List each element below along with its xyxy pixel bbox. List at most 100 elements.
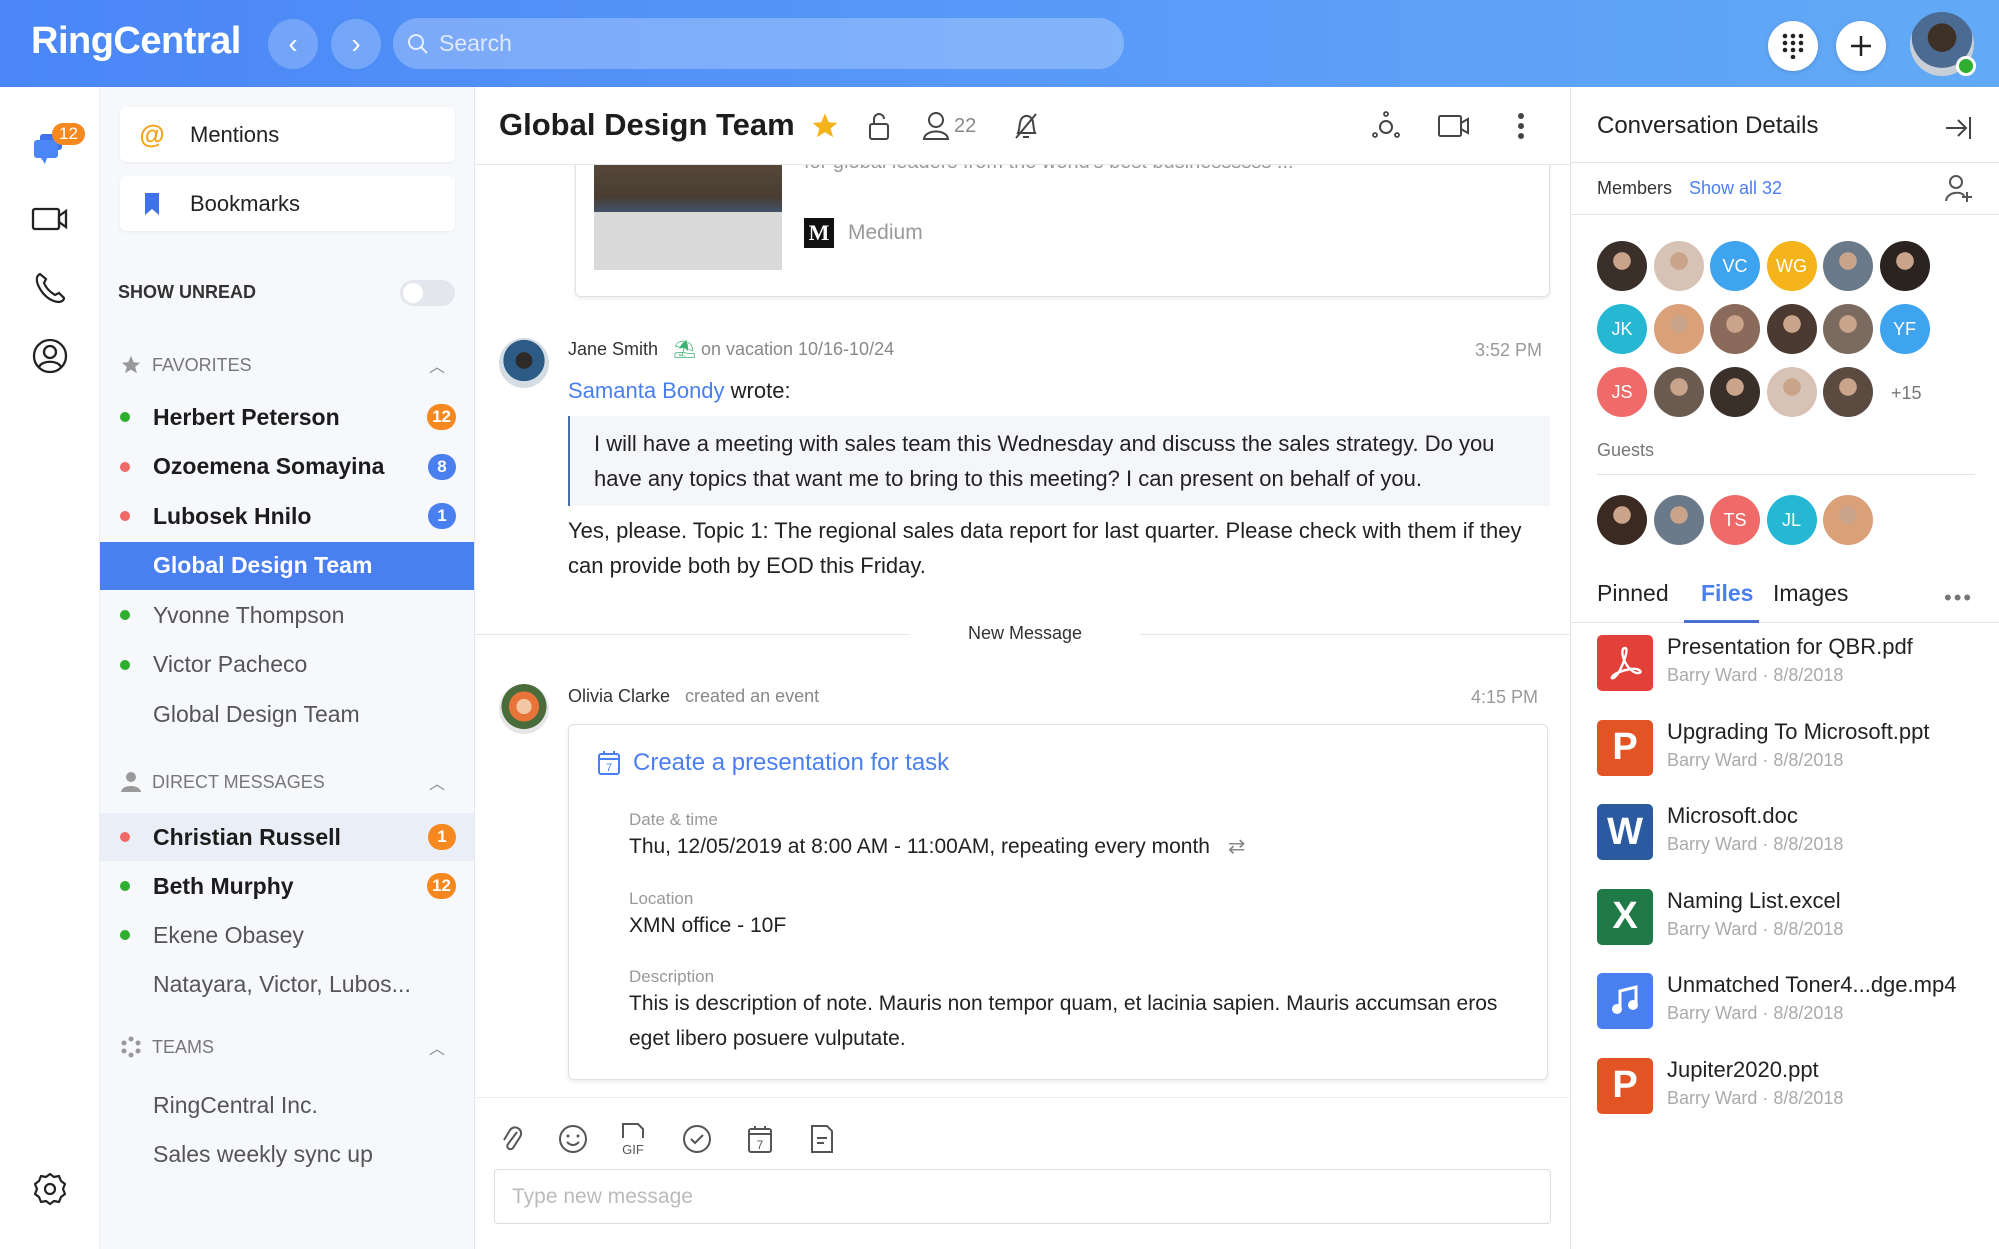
- member-avatar[interactable]: [1879, 241, 1930, 291]
- member-avatar[interactable]: JL: [1766, 495, 1817, 545]
- forward-button[interactable]: ›: [331, 19, 381, 69]
- quote-attribution: Samanta Bondy wrote:: [568, 378, 791, 404]
- check-circle-icon: [683, 1125, 711, 1153]
- dm-list-item[interactable]: Natayara, Victor, Lubos...: [100, 960, 474, 1008]
- avatar[interactable]: [499, 684, 549, 734]
- presence-online-indicator: [120, 659, 130, 670]
- file-item[interactable]: X Naming List.excel Barry Ward · 8/8/2018: [1597, 886, 1997, 946]
- video-nav-button[interactable]: [30, 199, 70, 239]
- file-item[interactable]: P Upgrading To Microsoft.ppt Barry Ward · …: [1597, 717, 1997, 777]
- file-item[interactable]: P Jupiter2020.ppt Barry Ward · 8/8/2018: [1597, 1055, 1997, 1115]
- favorite-star-button[interactable]: [810, 109, 840, 143]
- collapse-panel-button[interactable]: [1944, 115, 1972, 141]
- favorite-list-item[interactable]: Global Design Team: [100, 541, 474, 590]
- member-avatar[interactable]: VC: [1710, 241, 1760, 291]
- more-members-count[interactable]: +15: [1891, 383, 1922, 404]
- gif-button[interactable]: GIF: [616, 1122, 650, 1156]
- link-preview-card[interactable]: for global leaders from the world's best…: [575, 147, 1550, 297]
- event-description-label: Description: [629, 967, 715, 986]
- mute-button[interactable]: [1012, 109, 1040, 143]
- event-location-label: Location: [629, 889, 694, 908]
- privacy-lock-button[interactable]: [867, 109, 891, 143]
- link-preview-thumbnail: [594, 148, 782, 270]
- member-avatar[interactable]: TS: [1710, 495, 1760, 545]
- back-button[interactable]: ‹: [268, 19, 318, 69]
- integrations-button[interactable]: [1370, 109, 1402, 143]
- teams-section-header[interactable]: TEAMS ︿: [120, 1032, 455, 1062]
- member-avatar[interactable]: [1766, 367, 1817, 417]
- member-avatar[interactable]: [1823, 241, 1873, 291]
- dialpad-button[interactable]: [1768, 21, 1818, 71]
- show-all-members-link[interactable]: Show all 32: [1689, 178, 1782, 199]
- member-avatar[interactable]: [1710, 367, 1760, 417]
- favorite-list-item[interactable]: Victor Pacheco: [100, 641, 474, 689]
- member-avatar[interactable]: [1823, 495, 1873, 545]
- task-button[interactable]: [680, 1122, 714, 1156]
- phone-nav-button[interactable]: [30, 268, 70, 308]
- note-button[interactable]: [805, 1122, 839, 1156]
- message-author[interactable]: Olivia Clarke: [568, 686, 670, 706]
- event-title[interactable]: 7 Create a presentation for task: [597, 749, 949, 777]
- event-card[interactable]: 7 Create a presentation for task Date & …: [568, 724, 1548, 1080]
- attach-button[interactable]: [495, 1122, 529, 1156]
- member-avatar[interactable]: YF: [1879, 304, 1930, 354]
- search-input[interactable]: Search: [393, 18, 1124, 69]
- team-list-item[interactable]: Sales weekly sync up: [100, 1131, 474, 1179]
- event-date-value: Thu, 12/05/2019 at 8:00 AM - 11:00AM, re…: [629, 829, 1509, 864]
- divider: [1597, 474, 1975, 475]
- video-call-button[interactable]: [1438, 109, 1470, 143]
- favorite-list-item[interactable]: Global Design Team: [100, 690, 474, 738]
- more-tabs-button[interactable]: •••: [1944, 587, 1973, 609]
- member-avatar[interactable]: [1597, 495, 1647, 545]
- bookmarks-button[interactable]: Bookmarks: [120, 176, 455, 231]
- favorite-list-item[interactable]: Lubosek Hnilo 1: [100, 492, 474, 540]
- dm-list-item[interactable]: Christian Russell 1: [100, 813, 474, 861]
- event-button[interactable]: 7: [743, 1122, 777, 1156]
- tab-pinned[interactable]: Pinned: [1597, 580, 1669, 607]
- member-avatar[interactable]: WG: [1766, 241, 1817, 291]
- mentions-button[interactable]: @ Mentions: [120, 107, 455, 162]
- message-input[interactable]: Type new message: [494, 1169, 1551, 1224]
- emoji-button[interactable]: [556, 1122, 590, 1156]
- member-avatar[interactable]: [1766, 304, 1817, 354]
- show-unread-toggle[interactable]: [400, 280, 455, 306]
- quoted-author-link[interactable]: Samanta Bondy: [568, 378, 725, 403]
- member-avatar[interactable]: JK: [1597, 304, 1647, 354]
- member-avatar[interactable]: [1710, 304, 1760, 354]
- dm-list-item[interactable]: Beth Murphy 12: [100, 862, 474, 910]
- direct-messages-section-header[interactable]: DIRECT MESSAGES ︿: [120, 767, 455, 797]
- add-member-button[interactable]: [1944, 174, 1974, 204]
- more-options-button[interactable]: [1517, 109, 1525, 143]
- settings-button[interactable]: [30, 1169, 70, 1209]
- member-avatar[interactable]: [1597, 241, 1647, 291]
- favorite-list-item[interactable]: Herbert Peterson 12: [100, 393, 474, 441]
- member-avatar[interactable]: [1823, 367, 1873, 417]
- member-avatar[interactable]: JS: [1597, 367, 1647, 417]
- details-title: Conversation Details: [1597, 112, 1819, 139]
- member-avatar[interactable]: [1653, 304, 1704, 354]
- avatar[interactable]: [499, 338, 549, 388]
- tab-images[interactable]: Images: [1773, 580, 1848, 607]
- member-avatar[interactable]: [1653, 241, 1704, 291]
- message-author[interactable]: Jane Smith: [568, 339, 658, 359]
- svg-text:7: 7: [757, 1138, 764, 1152]
- dm-list-item[interactable]: Ekene Obasey: [100, 911, 474, 959]
- file-item[interactable]: Unmatched Toner4...dge.mp4 Barry Ward · 8…: [1597, 970, 1997, 1030]
- member-avatar[interactable]: [1823, 304, 1873, 354]
- favorites-section-header[interactable]: FAVORITES ︿: [120, 350, 455, 380]
- user-avatar[interactable]: [1910, 12, 1976, 76]
- members-label: Members: [1597, 178, 1673, 198]
- quoted-message: I will have a meeting with sales team th…: [568, 416, 1550, 506]
- team-list-item[interactable]: RingCentral Inc.: [100, 1081, 474, 1129]
- file-item[interactable]: Presentation for QBR.pdf Barry Ward · 8/8…: [1597, 632, 1997, 692]
- member-avatar[interactable]: [1653, 495, 1704, 545]
- contacts-nav-button[interactable]: [30, 336, 70, 376]
- file-item[interactable]: W Microsoft.doc Barry Ward · 8/8/2018: [1597, 801, 1997, 861]
- member-avatar[interactable]: [1653, 367, 1704, 417]
- favorite-list-item[interactable]: Ozoemena Somayina 8: [100, 443, 474, 491]
- favorite-list-item[interactable]: Yvonne Thompson: [100, 591, 474, 639]
- new-action-button[interactable]: [1836, 21, 1886, 71]
- event-date-text: Thu, 12/05/2019 at 8:00 AM - 11:00AM, re…: [629, 835, 1210, 858]
- tab-files[interactable]: Files: [1701, 580, 1753, 607]
- members-count-button[interactable]: 22: [922, 109, 976, 143]
